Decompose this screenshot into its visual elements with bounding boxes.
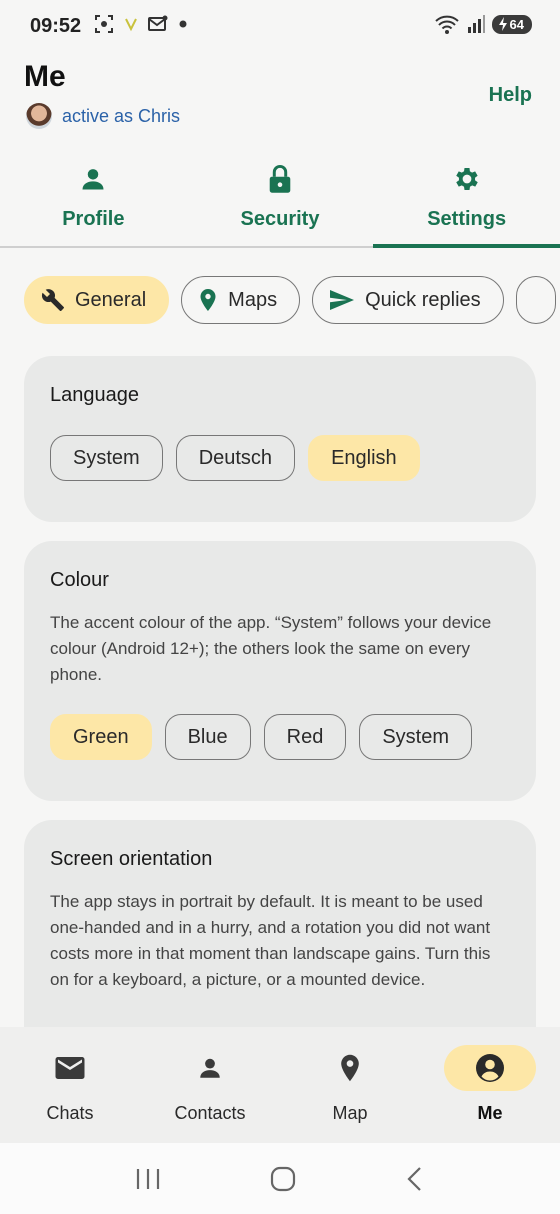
vpn-icon: [125, 18, 137, 32]
help-link[interactable]: Help: [489, 84, 532, 107]
page-header: Me active as Chris Help: [24, 60, 536, 140]
colour-description: The accent colour of the app. “System” f…: [50, 613, 492, 684]
colour-title: Colour: [50, 569, 109, 591]
chip-maps[interactable]: Maps: [181, 276, 301, 324]
nav-label: Chats: [46, 1103, 94, 1123]
page-title: Me: [24, 60, 66, 93]
tab-label: Settings: [427, 208, 507, 230]
send-icon: [330, 290, 355, 310]
orientation-description: The app stays in portrait by default. It…: [50, 892, 491, 989]
language-card: Language System Deutsch English: [24, 356, 536, 522]
charging-icon: [498, 17, 507, 31]
active-account: active as Chris: [26, 103, 180, 129]
system-status: 64: [434, 14, 532, 34]
screenshot-icon: [95, 15, 113, 33]
nav-contacts[interactable]: Contacts: [140, 1027, 280, 1143]
avatar: [26, 103, 52, 129]
nav-label: Contacts: [174, 1103, 246, 1123]
colour-card: Colour The accent colour of the app. “Sy…: [24, 541, 536, 801]
wrench-icon: [41, 289, 64, 311]
map-pin-icon: [200, 289, 216, 311]
back-icon[interactable]: [405, 1166, 425, 1192]
chip-label: Maps: [228, 288, 278, 311]
language-option-deutsch[interactable]: Deutsch: [175, 435, 296, 481]
chip-general[interactable]: General: [24, 276, 170, 324]
gear-icon: [450, 162, 484, 196]
nav-me[interactable]: Me: [420, 1027, 560, 1143]
language-option-system[interactable]: System: [50, 435, 163, 481]
tab-security[interactable]: Security: [187, 150, 374, 246]
recent-apps-icon[interactable]: [135, 1167, 161, 1191]
colour-option-green[interactable]: Green: [50, 714, 152, 760]
map-pin-icon: [304, 1045, 396, 1091]
system-navigation-bar: [0, 1143, 560, 1214]
nav-map[interactable]: Map: [280, 1027, 420, 1143]
lock-icon: [263, 162, 297, 196]
tab-label: Profile: [62, 208, 125, 230]
tab-bar: Profile Security Settings: [0, 150, 560, 248]
wifi-icon: [434, 15, 459, 34]
tab-label: Security: [240, 208, 320, 230]
chip-label: General: [75, 288, 147, 311]
language-option-english[interactable]: English: [308, 435, 420, 481]
chip-label: Quick replies: [365, 288, 481, 311]
language-title: Language: [50, 384, 139, 406]
bottom-navigation: Chats Contacts Map Me: [0, 1027, 560, 1143]
dot-icon: [179, 20, 187, 28]
colour-option-red[interactable]: Red: [263, 714, 347, 760]
settings-category-chips: General Maps Quick replies: [24, 276, 560, 326]
nav-chats[interactable]: Chats: [0, 1027, 140, 1143]
active-as-text: active as Chris: [62, 105, 181, 126]
account-circle-icon: [444, 1045, 536, 1091]
signal-icon: [467, 15, 485, 33]
mail-icon: [24, 1045, 116, 1091]
tab-profile[interactable]: Profile: [0, 150, 187, 246]
person-icon: [76, 162, 110, 196]
language-options: System Deutsch English: [50, 435, 510, 481]
tab-settings[interactable]: Settings: [373, 150, 560, 248]
status-time: 09:52: [30, 15, 82, 37]
colour-option-system[interactable]: System: [359, 714, 473, 760]
battery-indicator: 64: [491, 14, 532, 34]
person-icon: [164, 1045, 256, 1091]
home-icon[interactable]: [270, 1166, 296, 1192]
colour-options: Green Blue Red System: [50, 714, 510, 760]
orientation-title: Screen orientation: [50, 848, 213, 870]
colour-option-blue[interactable]: Blue: [164, 714, 251, 760]
status-bar: 09:52 64: [0, 0, 560, 52]
chip-quick-replies[interactable]: Quick replies: [312, 276, 504, 324]
nav-label: Me: [477, 1103, 503, 1123]
nav-label: Map: [332, 1103, 368, 1123]
notification-icons: [94, 14, 188, 34]
battery-level: 64: [509, 16, 524, 32]
chip-more[interactable]: [515, 276, 556, 324]
mail-notification-icon: [148, 15, 168, 31]
